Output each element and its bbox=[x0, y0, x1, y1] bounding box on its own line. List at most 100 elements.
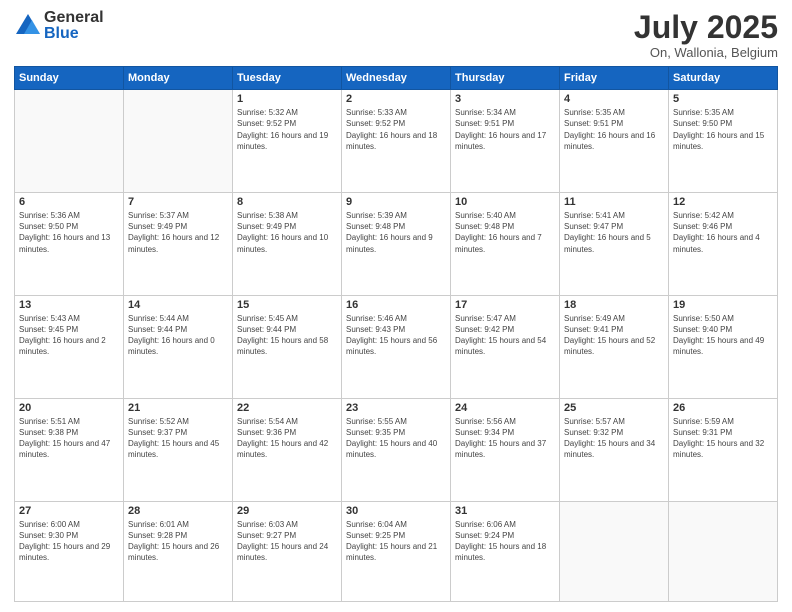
day-info: Sunrise: 5:35 AM Sunset: 9:50 PM Dayligh… bbox=[673, 107, 773, 152]
day-info: Sunrise: 5:32 AM Sunset: 9:52 PM Dayligh… bbox=[237, 107, 337, 152]
day-info: Sunrise: 6:01 AM Sunset: 9:28 PM Dayligh… bbox=[128, 519, 228, 564]
location: On, Wallonia, Belgium bbox=[634, 45, 778, 60]
day-number: 20 bbox=[19, 402, 119, 414]
calendar-cell: 3Sunrise: 5:34 AM Sunset: 9:51 PM Daylig… bbox=[451, 90, 560, 193]
day-number: 2 bbox=[346, 93, 446, 105]
logo-general: General bbox=[44, 10, 104, 26]
day-number: 21 bbox=[128, 402, 228, 414]
day-of-week-header: Wednesday bbox=[342, 67, 451, 90]
day-number: 13 bbox=[19, 299, 119, 311]
day-info: Sunrise: 5:40 AM Sunset: 9:48 PM Dayligh… bbox=[455, 210, 555, 255]
day-number: 9 bbox=[346, 196, 446, 208]
day-of-week-header: Sunday bbox=[15, 67, 124, 90]
day-info: Sunrise: 6:00 AM Sunset: 9:30 PM Dayligh… bbox=[19, 519, 119, 564]
day-number: 15 bbox=[237, 299, 337, 311]
day-info: Sunrise: 5:34 AM Sunset: 9:51 PM Dayligh… bbox=[455, 107, 555, 152]
calendar-week-row: 1 Sunrise: 5:32 AM Sunset: 9:52 PM Daylig… bbox=[15, 90, 778, 193]
day-info: Sunrise: 5:59 AM Sunset: 9:31 PM Dayligh… bbox=[673, 416, 773, 461]
calendar-cell: 6Sunrise: 5:36 AM Sunset: 9:50 PM Daylig… bbox=[15, 193, 124, 296]
day-info: Sunrise: 5:50 AM Sunset: 9:40 PM Dayligh… bbox=[673, 313, 773, 358]
day-info: Sunrise: 5:45 AM Sunset: 9:44 PM Dayligh… bbox=[237, 313, 337, 358]
day-info: Sunrise: 5:44 AM Sunset: 9:44 PM Dayligh… bbox=[128, 313, 228, 358]
day-number: 29 bbox=[237, 505, 337, 517]
day-number: 31 bbox=[455, 505, 555, 517]
calendar-week-row: 27 Sunrise: 6:00 AM Sunset: 9:30 PM Dayli… bbox=[15, 501, 778, 601]
calendar-cell: 26 Sunrise: 5:59 AM Sunset: 9:31 PM Dayli… bbox=[669, 398, 778, 501]
calendar-cell: 7Sunrise: 5:37 AM Sunset: 9:49 PM Daylig… bbox=[124, 193, 233, 296]
calendar-cell: 14 Sunrise: 5:44 AM Sunset: 9:44 PM Dayli… bbox=[124, 295, 233, 398]
calendar-cell: 18 Sunrise: 5:49 AM Sunset: 9:41 PM Dayli… bbox=[560, 295, 669, 398]
calendar-week-row: 6Sunrise: 5:36 AM Sunset: 9:50 PM Daylig… bbox=[15, 193, 778, 296]
calendar-cell: 13 Sunrise: 5:43 AM Sunset: 9:45 PM Dayli… bbox=[15, 295, 124, 398]
calendar-cell: 20 Sunrise: 5:51 AM Sunset: 9:38 PM Dayli… bbox=[15, 398, 124, 501]
day-info: Sunrise: 5:57 AM Sunset: 9:32 PM Dayligh… bbox=[564, 416, 664, 461]
calendar-cell: 23 Sunrise: 5:55 AM Sunset: 9:35 PM Dayli… bbox=[342, 398, 451, 501]
day-info: Sunrise: 5:37 AM Sunset: 9:49 PM Dayligh… bbox=[128, 210, 228, 255]
day-info: Sunrise: 6:06 AM Sunset: 9:24 PM Dayligh… bbox=[455, 519, 555, 564]
calendar-cell: 24 Sunrise: 5:56 AM Sunset: 9:34 PM Dayli… bbox=[451, 398, 560, 501]
day-number: 18 bbox=[564, 299, 664, 311]
day-number: 12 bbox=[673, 196, 773, 208]
logo-blue: Blue bbox=[44, 26, 104, 42]
day-number: 11 bbox=[564, 196, 664, 208]
page: General Blue July 2025 On, Wallonia, Bel… bbox=[0, 0, 792, 612]
day-info: Sunrise: 5:39 AM Sunset: 9:48 PM Dayligh… bbox=[346, 210, 446, 255]
calendar-week-row: 13 Sunrise: 5:43 AM Sunset: 9:45 PM Dayli… bbox=[15, 295, 778, 398]
day-info: Sunrise: 5:33 AM Sunset: 9:52 PM Dayligh… bbox=[346, 107, 446, 152]
day-number: 28 bbox=[128, 505, 228, 517]
calendar-cell: 22Sunrise: 5:54 AM Sunset: 9:36 PM Dayli… bbox=[233, 398, 342, 501]
calendar-cell: 28 Sunrise: 6:01 AM Sunset: 9:28 PM Dayli… bbox=[124, 501, 233, 601]
calendar-cell: 27 Sunrise: 6:00 AM Sunset: 9:30 PM Dayli… bbox=[15, 501, 124, 601]
calendar-body: 1 Sunrise: 5:32 AM Sunset: 9:52 PM Daylig… bbox=[15, 90, 778, 602]
day-number: 1 bbox=[237, 93, 337, 105]
calendar-cell: 21 Sunrise: 5:52 AM Sunset: 9:37 PM Dayli… bbox=[124, 398, 233, 501]
day-info: Sunrise: 5:38 AM Sunset: 9:49 PM Dayligh… bbox=[237, 210, 337, 255]
day-number: 26 bbox=[673, 402, 773, 414]
day-info: Sunrise: 5:35 AM Sunset: 9:51 PM Dayligh… bbox=[564, 107, 664, 152]
day-info: Sunrise: 5:36 AM Sunset: 9:50 PM Dayligh… bbox=[19, 210, 119, 255]
day-info: Sunrise: 5:43 AM Sunset: 9:45 PM Dayligh… bbox=[19, 313, 119, 358]
day-number: 4 bbox=[564, 93, 664, 105]
day-of-week-header: Saturday bbox=[669, 67, 778, 90]
logo-text: General Blue bbox=[44, 10, 104, 42]
month-title: July 2025 bbox=[634, 10, 778, 45]
calendar-cell: 11 Sunrise: 5:41 AM Sunset: 9:47 PM Dayli… bbox=[560, 193, 669, 296]
day-number: 8 bbox=[237, 196, 337, 208]
day-info: Sunrise: 5:56 AM Sunset: 9:34 PM Dayligh… bbox=[455, 416, 555, 461]
day-info: Sunrise: 5:52 AM Sunset: 9:37 PM Dayligh… bbox=[128, 416, 228, 461]
calendar-cell bbox=[669, 501, 778, 601]
day-number: 5 bbox=[673, 93, 773, 105]
day-number: 24 bbox=[455, 402, 555, 414]
day-info: Sunrise: 6:03 AM Sunset: 9:27 PM Dayligh… bbox=[237, 519, 337, 564]
day-number: 19 bbox=[673, 299, 773, 311]
day-info: Sunrise: 5:41 AM Sunset: 9:47 PM Dayligh… bbox=[564, 210, 664, 255]
calendar-cell: 16 Sunrise: 5:46 AM Sunset: 9:43 PM Dayli… bbox=[342, 295, 451, 398]
calendar-cell bbox=[15, 90, 124, 193]
day-number: 25 bbox=[564, 402, 664, 414]
calendar-cell: 29 Sunrise: 6:03 AM Sunset: 9:27 PM Dayli… bbox=[233, 501, 342, 601]
calendar-cell bbox=[124, 90, 233, 193]
logo-icon bbox=[14, 12, 42, 40]
day-number: 27 bbox=[19, 505, 119, 517]
calendar-header-row: SundayMondayTuesdayWednesdayThursdayFrid… bbox=[15, 67, 778, 90]
calendar-week-row: 20 Sunrise: 5:51 AM Sunset: 9:38 PM Dayli… bbox=[15, 398, 778, 501]
day-number: 30 bbox=[346, 505, 446, 517]
header: General Blue July 2025 On, Wallonia, Bel… bbox=[14, 10, 778, 60]
day-of-week-header: Thursday bbox=[451, 67, 560, 90]
calendar-cell: 31 Sunrise: 6:06 AM Sunset: 9:24 PM Dayli… bbox=[451, 501, 560, 601]
day-info: Sunrise: 5:51 AM Sunset: 9:38 PM Dayligh… bbox=[19, 416, 119, 461]
calendar-cell: 19 Sunrise: 5:50 AM Sunset: 9:40 PM Dayli… bbox=[669, 295, 778, 398]
day-number: 17 bbox=[455, 299, 555, 311]
calendar-cell: 8 Sunrise: 5:38 AM Sunset: 9:49 PM Daylig… bbox=[233, 193, 342, 296]
day-number: 14 bbox=[128, 299, 228, 311]
calendar-cell: 30 Sunrise: 6:04 AM Sunset: 9:25 PM Dayli… bbox=[342, 501, 451, 601]
day-info: Sunrise: 5:49 AM Sunset: 9:41 PM Dayligh… bbox=[564, 313, 664, 358]
day-info: Sunrise: 5:55 AM Sunset: 9:35 PM Dayligh… bbox=[346, 416, 446, 461]
day-info: Sunrise: 5:46 AM Sunset: 9:43 PM Dayligh… bbox=[346, 313, 446, 358]
calendar-cell: 5 Sunrise: 5:35 AM Sunset: 9:50 PM Daylig… bbox=[669, 90, 778, 193]
day-info: Sunrise: 6:04 AM Sunset: 9:25 PM Dayligh… bbox=[346, 519, 446, 564]
day-number: 16 bbox=[346, 299, 446, 311]
logo: General Blue bbox=[14, 10, 104, 42]
calendar-cell: 12Sunrise: 5:42 AM Sunset: 9:46 PM Dayli… bbox=[669, 193, 778, 296]
day-number: 23 bbox=[346, 402, 446, 414]
